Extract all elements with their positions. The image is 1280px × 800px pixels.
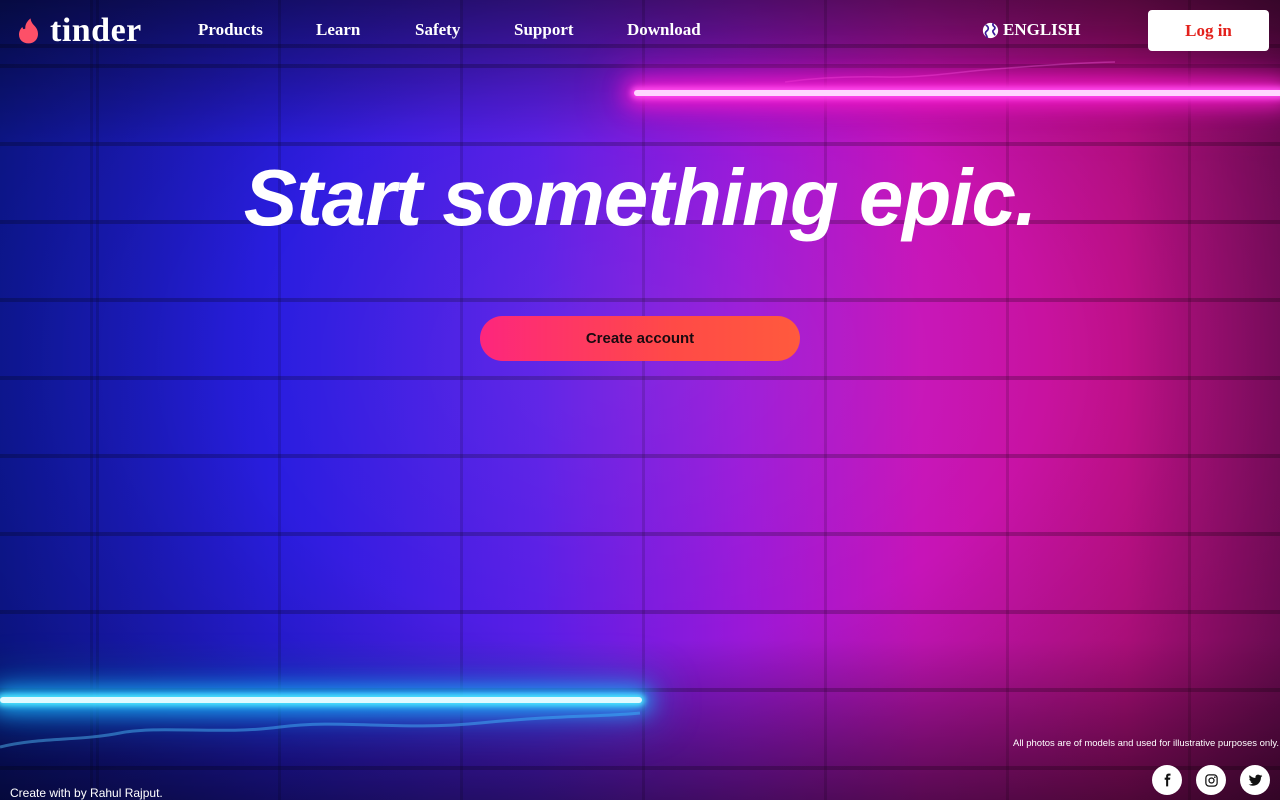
nav-learn[interactable]: Learn bbox=[316, 20, 360, 40]
instagram-icon bbox=[1204, 773, 1218, 787]
login-button[interactable]: Log in bbox=[1148, 10, 1269, 51]
flame-icon bbox=[19, 18, 38, 44]
create-account-button[interactable]: Create account bbox=[480, 316, 800, 361]
twitter-link[interactable] bbox=[1240, 765, 1270, 795]
nav-products[interactable]: Products bbox=[198, 20, 263, 40]
logo-text: tinder bbox=[50, 12, 142, 49]
instagram-link[interactable] bbox=[1196, 765, 1226, 795]
tinder-logo[interactable]: tinder bbox=[18, 10, 142, 52]
footer-credit: Create with by Rahul Rajput. bbox=[10, 786, 163, 800]
twitter-icon bbox=[1248, 774, 1262, 786]
neon-reflection-bottom bbox=[0, 711, 641, 749]
facebook-icon bbox=[1164, 773, 1171, 787]
background-vignette bbox=[0, 0, 1280, 800]
top-navbar: tinder Products Learn Safety Support Dow… bbox=[0, 0, 1280, 62]
globe-icon bbox=[982, 22, 999, 38]
nav-download[interactable]: Download bbox=[627, 20, 701, 40]
neon-light-top bbox=[634, 90, 1280, 96]
nav-safety[interactable]: Safety bbox=[415, 20, 460, 40]
language-selector[interactable]: ENGLISH bbox=[982, 20, 1080, 40]
photo-disclaimer: All photos are of models and used for il… bbox=[1013, 738, 1279, 749]
language-label: ENGLISH bbox=[1003, 20, 1081, 39]
hero-title: Start something epic. bbox=[243, 153, 1037, 242]
facebook-link[interactable] bbox=[1152, 765, 1182, 795]
nav-support[interactable]: Support bbox=[514, 20, 574, 40]
neon-light-bottom bbox=[0, 697, 642, 703]
